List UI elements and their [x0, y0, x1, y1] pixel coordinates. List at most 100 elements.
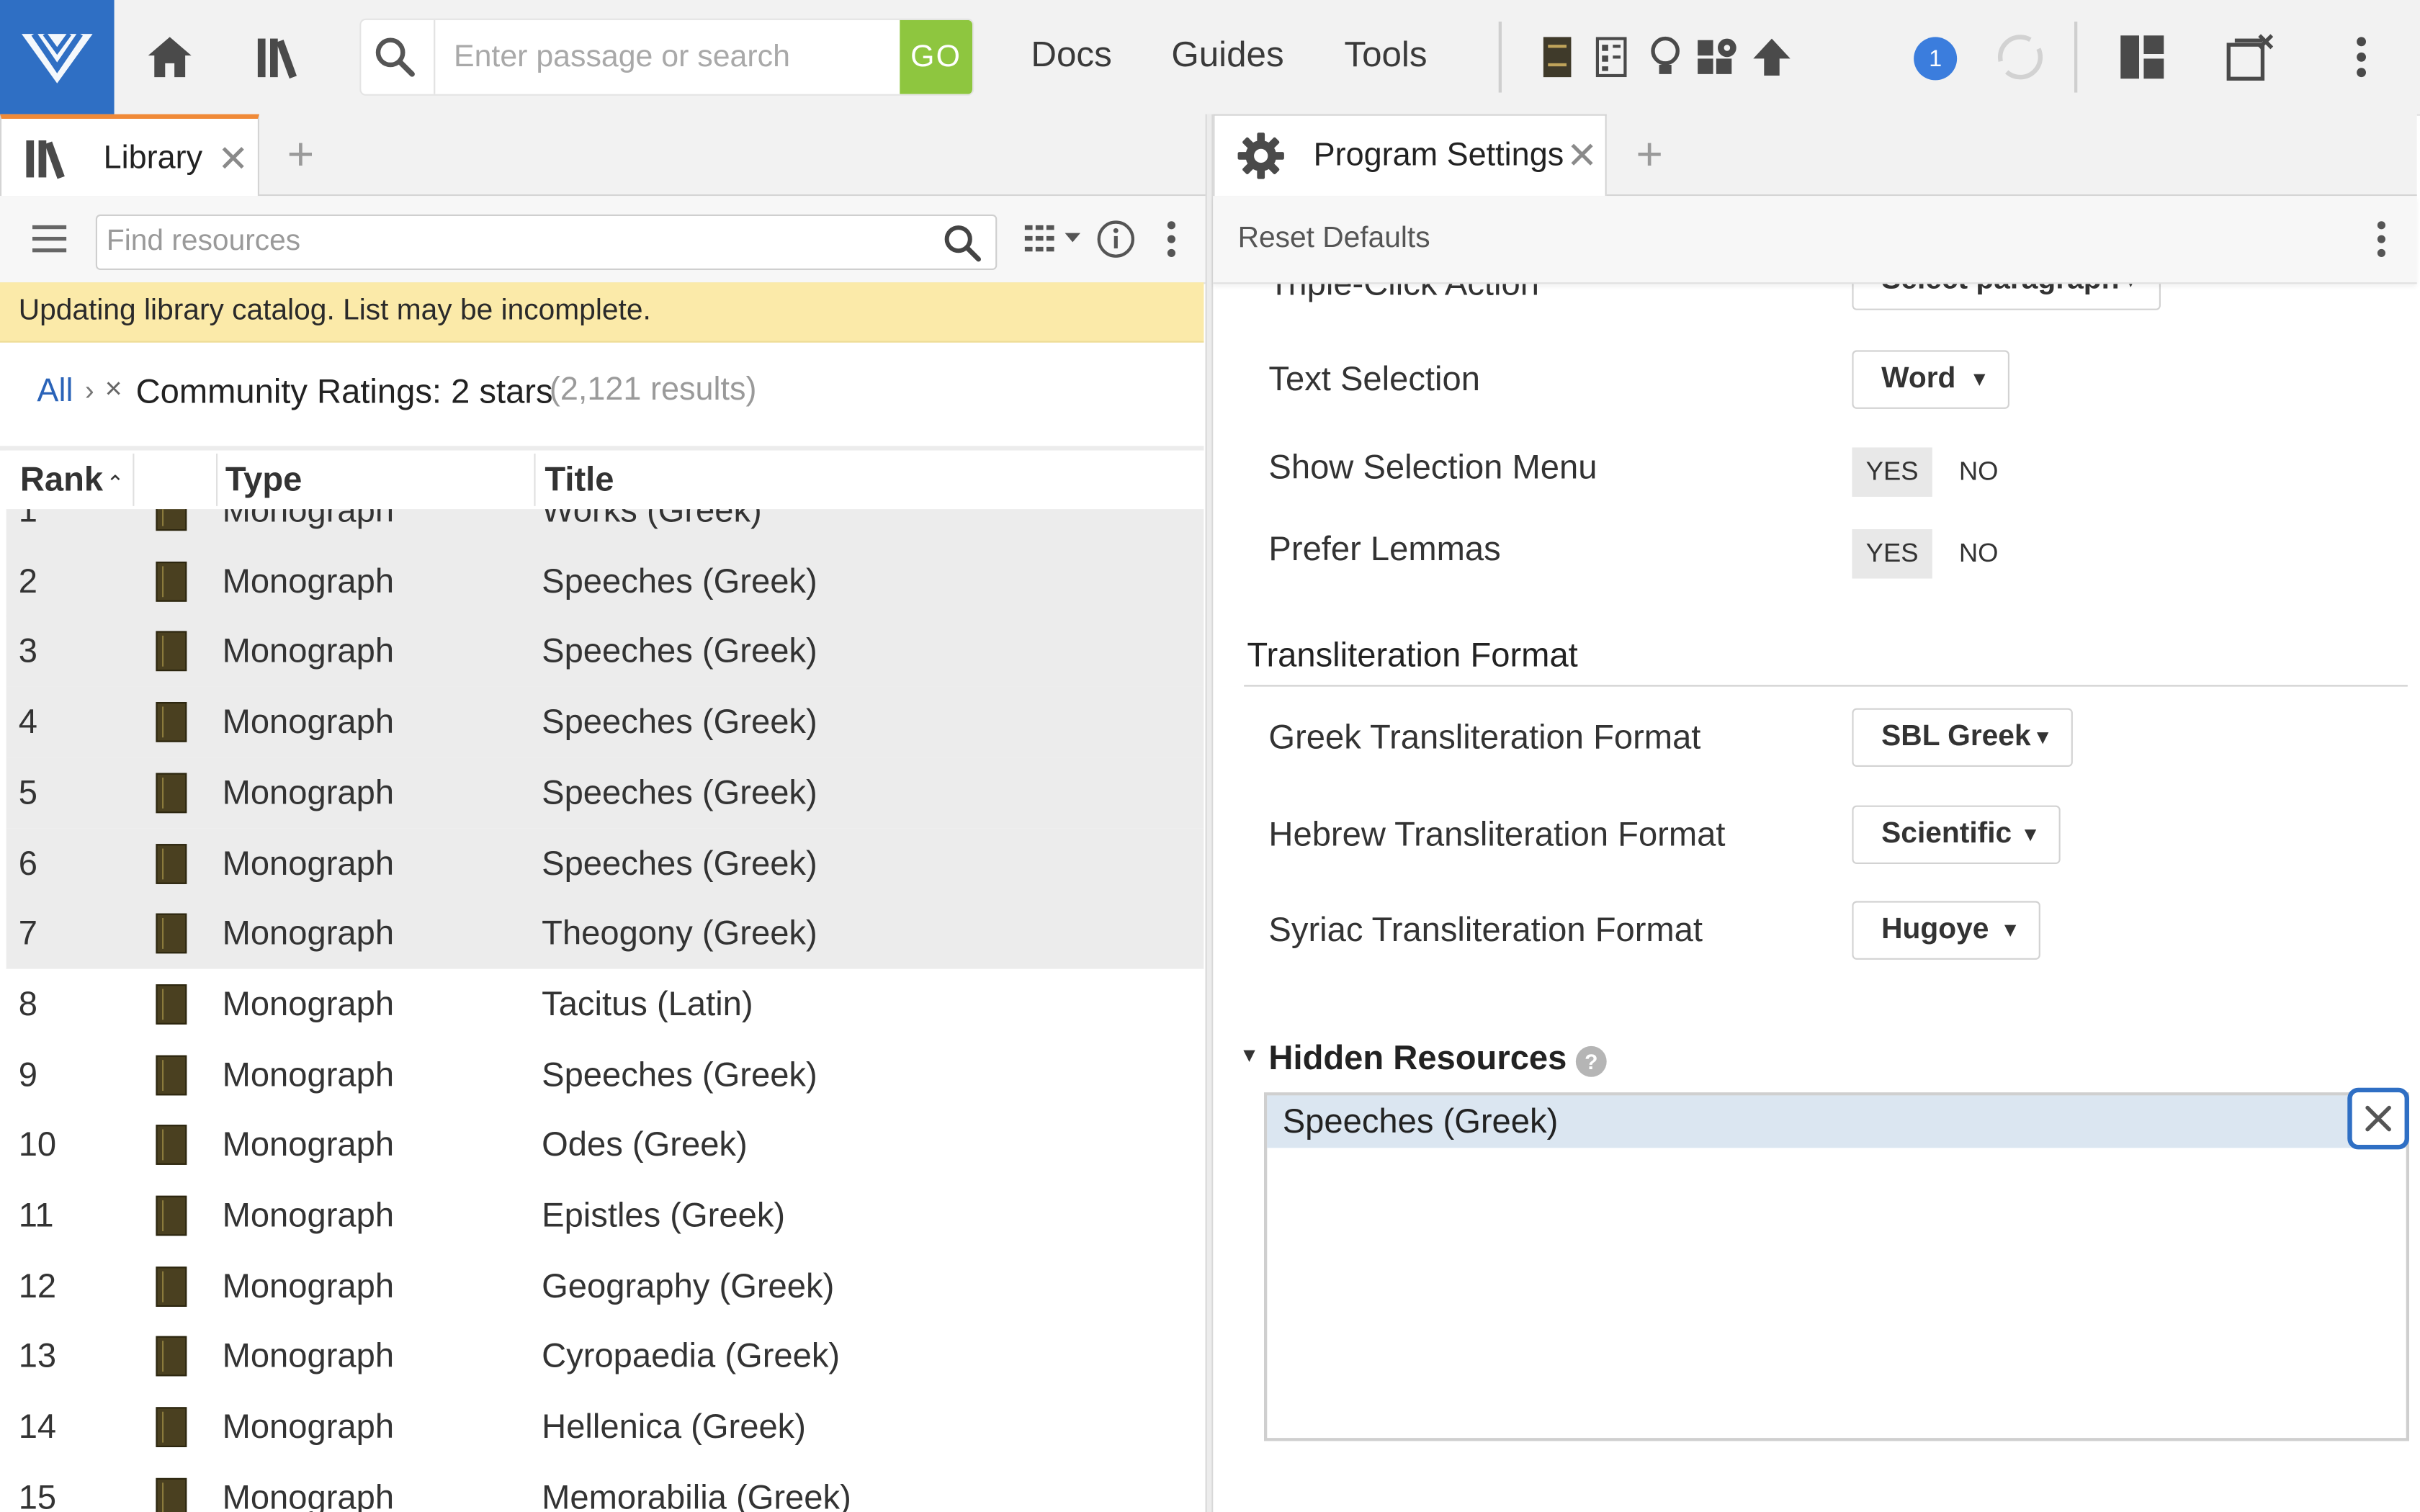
table-row[interactable]: 12 Monograph Geography (Greek): [6, 1251, 1204, 1322]
show-selection-menu-yes[interactable]: YES: [1852, 447, 1932, 497]
settings-tabstrip: Program Settings ✕ +: [1213, 114, 2417, 197]
table-row[interactable]: 8 Monograph Tacitus (Latin): [6, 968, 1204, 1040]
table-row[interactable]: 6 Monograph Speeches (Greek): [6, 827, 1204, 899]
table-row[interactable]: 5 Monograph Speeches (Greek): [6, 757, 1204, 829]
title-cell: Epistles (Greek): [542, 1195, 786, 1235]
remove-filter-button[interactable]: ×: [105, 374, 122, 408]
results-count: (2,121 results): [549, 372, 757, 408]
title-cell: Theogony (Greek): [542, 913, 817, 953]
syriac-translit-label: Syriac Transliteration Format: [1268, 910, 1703, 949]
close-icon: [2365, 1105, 2391, 1132]
hidden-resource-item[interactable]: Speeches (Greek): [1267, 1095, 2406, 1148]
info-icon[interactable]: [1095, 219, 1136, 259]
tab-settings-label: Program Settings: [1313, 137, 1564, 173]
book-cover-icon: [156, 913, 187, 954]
table-row[interactable]: 4 Monograph Speeches (Greek): [6, 686, 1204, 758]
hebrew-translit-dropdown[interactable]: Scientific ▼: [1852, 805, 2061, 864]
triple-click-dropdown[interactable]: Select paragraph▼: [1852, 282, 2161, 310]
rank-cell: 13: [18, 1336, 57, 1376]
table-row[interactable]: 15 Monograph Memorabilia (Greek): [6, 1462, 1204, 1512]
table-row[interactable]: 14 Monograph Hellenica (Greek): [6, 1392, 1204, 1463]
table-row[interactable]: 13 Monograph Cyropaedia (Greek): [6, 1321, 1204, 1392]
view-options-icon[interactable]: [1023, 222, 1085, 256]
resource-list[interactable]: 1 Monograph Works (Greek) 2 Monograph Speeche…: [6, 509, 1204, 1512]
show-selection-menu-no[interactable]: NO: [1945, 447, 2012, 497]
settings-panel: Program Settings ✕ + Reset Defaults Trip…: [1211, 114, 2417, 1512]
toolbar-divider: [1498, 22, 1502, 93]
help-icon[interactable]: ?: [1574, 1045, 1608, 1079]
guides-grid-icon[interactable]: [1582, 26, 1640, 88]
type-cell: Monograph: [222, 702, 395, 741]
sync-icon[interactable]: [1989, 26, 2051, 88]
rank-cell: 2: [18, 561, 37, 600]
table-row[interactable]: 3 Monograph Speeches (Greek): [6, 616, 1204, 688]
tab-library[interactable]: Library ✕: [0, 114, 259, 197]
tab-program-settings[interactable]: Program Settings ✕: [1213, 114, 1607, 197]
go-button[interactable]: GO: [900, 19, 972, 94]
rank-cell: 4: [18, 702, 37, 741]
hebrew-translit-label: Hebrew Transliteration Format: [1268, 814, 1726, 853]
greek-translit-dropdown[interactable]: SBL Greek ▼: [1852, 708, 2073, 767]
table-row[interactable]: 10 Monograph Odes (Greek): [6, 1110, 1204, 1181]
collapse-triangle-icon[interactable]: ▼: [1240, 1043, 1260, 1066]
title-cell: Memorabilia (Greek): [542, 1477, 851, 1512]
type-cell: Monograph: [222, 561, 395, 600]
table-row[interactable]: 11 Monograph Epistles (Greek): [6, 1180, 1204, 1251]
close-tab-icon[interactable]: ✕: [1567, 134, 1597, 179]
book-icon[interactable]: [1528, 26, 1586, 88]
table-row[interactable]: 2 Monograph Speeches (Greek): [6, 545, 1204, 617]
triple-click-label: Triple-Click Action: [1268, 282, 1539, 302]
hidden-resources-list[interactable]: Speeches (Greek): [1264, 1092, 2409, 1441]
column-header-type[interactable]: Type: [225, 451, 302, 509]
syriac-translit-dropdown[interactable]: Hugoye ▼: [1852, 901, 2040, 960]
column-divider[interactable]: [216, 454, 218, 506]
search-icon: [375, 37, 415, 77]
table-row[interactable]: 7 Monograph Theogony (Greek): [6, 898, 1204, 970]
table-row[interactable]: 9 Monograph Speeches (Greek): [6, 1039, 1204, 1110]
rank-cell: 14: [18, 1407, 57, 1446]
column-divider[interactable]: [534, 454, 536, 506]
find-resources-input[interactable]: [106, 216, 910, 269]
tools-menu[interactable]: Tools: [1344, 34, 1427, 76]
add-tab-button[interactable]: +: [287, 130, 315, 182]
notice-text: Updating library catalog. List may be in…: [18, 294, 651, 328]
search-icon[interactable]: [943, 224, 983, 264]
logo-icon: [22, 32, 93, 84]
hidden-resources-title[interactable]: Hidden Resources: [1268, 1038, 1567, 1079]
lightbulb-icon[interactable]: [1636, 26, 1694, 88]
docs-menu[interactable]: Docs: [1031, 34, 1111, 76]
rank-cell: 7: [18, 913, 37, 953]
chevron-down-icon: ▼: [1969, 366, 1990, 391]
close-tab-icon[interactable]: ✕: [218, 138, 248, 182]
column-header-title[interactable]: Title: [544, 451, 614, 509]
settings-list[interactable]: Triple-Click Action Select paragraph▼ Te…: [1213, 282, 2416, 1512]
table-row[interactable]: 1 Monograph Works (Greek): [6, 509, 1204, 546]
column-divider[interactable]: [133, 454, 135, 506]
passage-search-input[interactable]: [454, 19, 886, 94]
library-icon[interactable]: [250, 26, 312, 88]
text-selection-dropdown[interactable]: Word ▼: [1852, 350, 2009, 409]
hamburger-menu-icon[interactable]: [31, 224, 68, 255]
home-icon[interactable]: [139, 26, 201, 88]
prefer-lemmas-no[interactable]: NO: [1945, 529, 2012, 579]
logos-logo[interactable]: [0, 0, 115, 114]
close-panels-icon[interactable]: [2219, 26, 2281, 88]
add-tab-button[interactable]: +: [1636, 130, 1663, 182]
table-header: Rank ⌃ Type Title: [6, 450, 1204, 510]
prefer-lemmas-label: Prefer Lemmas: [1268, 529, 1501, 568]
upload-arrow-icon[interactable]: [1741, 26, 1803, 88]
prefer-lemmas-yes[interactable]: YES: [1852, 529, 1932, 579]
notification-badge[interactable]: 1: [1914, 37, 1958, 81]
tools-gear-icon[interactable]: [1687, 26, 1749, 88]
guides-menu[interactable]: Guides: [1171, 34, 1283, 76]
column-header-rank[interactable]: Rank ⌃: [20, 451, 125, 509]
remove-hidden-resource-button[interactable]: [2347, 1087, 2409, 1150]
more-menu-icon[interactable]: [2331, 26, 2393, 88]
layout-icon[interactable]: [2111, 26, 2173, 88]
more-options-icon[interactable]: [1165, 219, 1178, 259]
breadcrumb-all-link[interactable]: All: [37, 374, 73, 410]
more-options-icon[interactable]: [2375, 219, 2388, 259]
reset-defaults-button[interactable]: Reset Defaults: [1238, 222, 1430, 256]
breadcrumb: All › × Community Ratings: 2 stars (2,12…: [0, 341, 1204, 451]
rank-cell: 9: [18, 1054, 37, 1094]
